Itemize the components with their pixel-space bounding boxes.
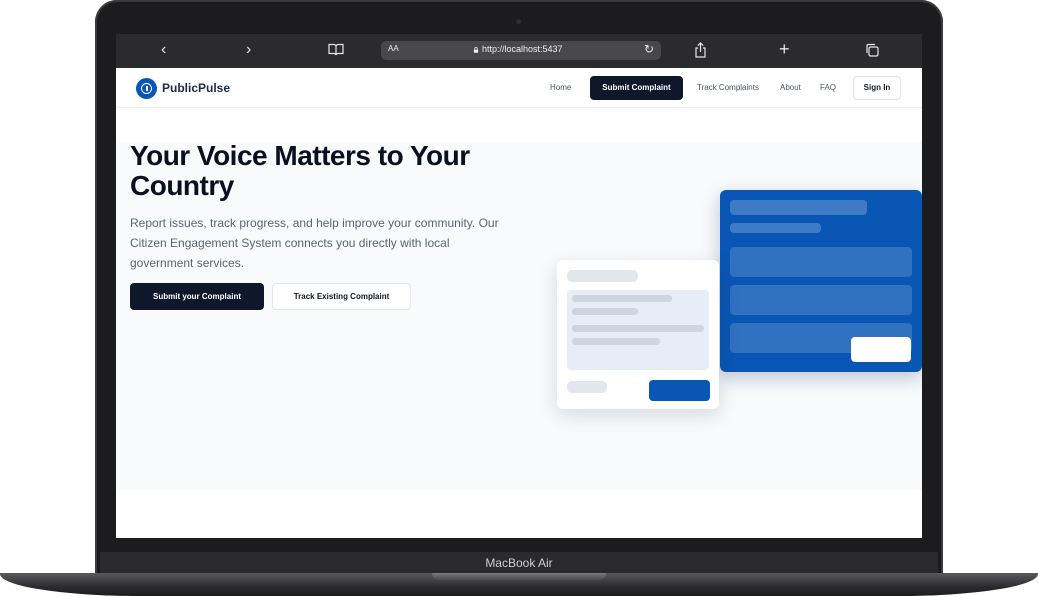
tabs-icon-glyph	[866, 43, 879, 57]
placeholder-line	[567, 270, 638, 282]
laptop-base-notch	[432, 573, 606, 580]
nav-link-faq[interactable]: FAQ	[820, 83, 836, 92]
hero-title: Your Voice Matters to Your Country	[130, 140, 470, 201]
hero-description: Report issues, track progress, and help …	[130, 216, 499, 270]
placeholder-line	[572, 295, 672, 302]
share-icon[interactable]	[694, 42, 707, 63]
hero-section: Your Voice Matters to Your Country Repor…	[116, 140, 922, 490]
placeholder-button	[649, 380, 710, 401]
laptop-mockup: ‹ › AA http://localhost:5437 ↻ + PublicP…	[0, 0, 1038, 596]
placeholder-line	[567, 381, 607, 393]
illustration-form-card	[720, 190, 922, 372]
camera	[516, 19, 521, 24]
logo-icon[interactable]	[136, 78, 157, 99]
logo-icon-bar	[146, 86, 148, 91]
nav-link-about[interactable]: About	[780, 83, 801, 92]
lock-icon	[473, 47, 479, 53]
placeholder-line	[572, 325, 704, 332]
tabs-icon[interactable]	[865, 43, 879, 62]
browser-toolbar: ‹ › AA http://localhost:5437 ↻ +	[116, 34, 922, 68]
nav-link-track-complaints[interactable]: Track Complaints	[697, 83, 759, 92]
device-label: MacBook Air	[485, 556, 553, 570]
placeholder-field	[730, 285, 912, 315]
placeholder-line	[730, 223, 821, 233]
track-complaint-button[interactable]: Track Existing Complaint	[272, 283, 411, 310]
address-bar[interactable]: AA http://localhost:5437 ↻	[381, 41, 661, 60]
browser-window: ‹ › AA http://localhost:5437 ↻ + PublicP…	[116, 34, 922, 538]
book-icon[interactable]	[328, 43, 344, 61]
submit-complaint-button[interactable]: Submit your Complaint	[130, 283, 264, 310]
text-size-button[interactable]: AA	[388, 44, 399, 53]
placeholder-line	[572, 338, 660, 345]
placeholder-button	[851, 337, 911, 362]
brand-name[interactable]: PublicPulse	[162, 81, 230, 95]
book-icon-glyph	[328, 43, 344, 56]
url-text[interactable]: http://localhost:5437	[482, 44, 563, 54]
nav-link-home[interactable]: Home	[550, 83, 571, 92]
placeholder-line	[572, 308, 638, 315]
nav-submit-complaint-button[interactable]: Submit Complaint	[590, 76, 683, 100]
chevron-right-icon[interactable]: ›	[246, 41, 251, 59]
placeholder-panel	[567, 290, 709, 370]
plus-icon[interactable]: +	[779, 40, 790, 58]
illustration-preview-card	[557, 260, 719, 409]
placeholder-field	[730, 247, 912, 277]
reload-icon[interactable]: ↻	[644, 42, 654, 56]
share-icon-glyph	[695, 42, 706, 58]
sign-in-button[interactable]: Sign In	[853, 76, 901, 100]
placeholder-line	[730, 200, 867, 215]
site-header: PublicPulse Home Submit Complaint Track …	[116, 68, 922, 108]
chevron-left-icon[interactable]: ‹	[161, 41, 166, 59]
